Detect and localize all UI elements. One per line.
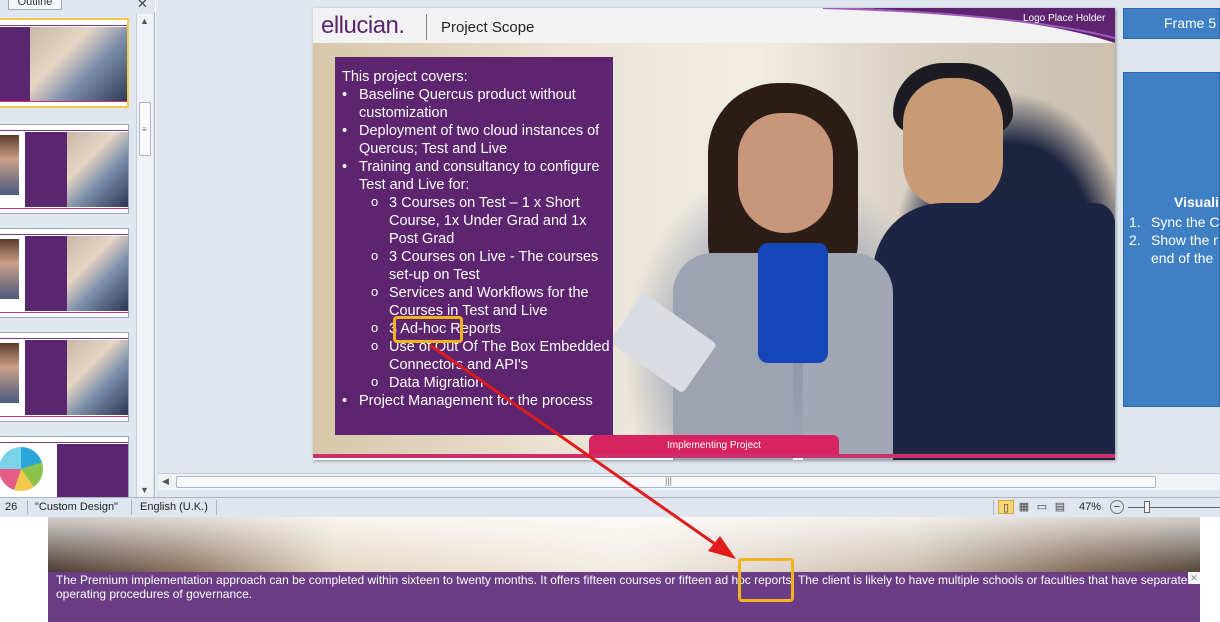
slideshow-icon[interactable]: ▤ <box>1052 500 1068 514</box>
slide-thumbnail[interactable] <box>0 332 129 422</box>
powerpoint-window: Outline ✕ ▲ ≡ ▼ ellucian. Project Scope … <box>0 0 1220 622</box>
slide-thumbnails <box>0 14 136 497</box>
thumbnail-photo <box>30 27 127 102</box>
zoom-slider-thumb[interactable] <box>1144 501 1150 513</box>
thumbnail-header <box>0 229 128 235</box>
thumbnail-photo-left <box>0 343 19 403</box>
frame-item-text: end of the <box>1151 250 1214 266</box>
language[interactable]: English (U.K.) <box>140 501 208 513</box>
frame-title: Visuali <box>1174 194 1219 210</box>
thumbnail-header <box>0 333 128 339</box>
thumbnail-text-block <box>25 236 67 311</box>
thumbnail-text-block <box>0 27 30 102</box>
frame-item-number: 2. <box>1129 232 1141 248</box>
highlight-box-adhoc <box>393 316 463 343</box>
ellucian-logo: ellucian. <box>321 12 405 39</box>
thumbnail-text-block <box>25 340 67 415</box>
scroll-up-icon[interactable]: ▲ <box>140 16 149 26</box>
thumbnail-photo-left <box>0 135 19 195</box>
grip-icon: ||| <box>665 476 673 486</box>
thumbnail-text-block <box>57 444 128 497</box>
header-divider <box>426 14 427 40</box>
video-frame-strip <box>48 517 1200 572</box>
thumbnail-footer <box>0 312 128 317</box>
zoom-level[interactable]: 47% <box>1079 501 1101 513</box>
thumbnail-header <box>0 125 128 131</box>
photo-woman-face <box>738 113 833 233</box>
thumbnail-text-block <box>25 132 67 207</box>
panel-tabbar: Outline ✕ <box>0 0 155 12</box>
status-separator <box>27 500 28 515</box>
frame-panel[interactable]: Visuali 1. Sync the C 2. Show the r end … <box>1123 72 1220 407</box>
scope-text-box[interactable]: This project covers: Baseline Quercus pr… <box>335 57 613 435</box>
slide-count: 26 <box>5 501 18 513</box>
sub-bullet-item: 3 Courses on Test – 1 x Short Course, 1x… <box>371 193 610 248</box>
sub-bullet-list: 3 Courses on Test – 1 x Short Course, 1x… <box>371 193 610 392</box>
photo-man-body <box>873 203 1115 460</box>
status-separator <box>131 500 132 515</box>
status-separator <box>216 500 217 515</box>
thumbnails-scrollbar[interactable]: ▲ ≡ ▼ <box>136 14 153 497</box>
thumbnail-header <box>0 437 128 443</box>
slide-sorter-icon[interactable]: ▦ <box>1016 500 1032 514</box>
photo-woman-blouse <box>758 243 828 363</box>
scrollbar-thumb[interactable]: ||| <box>176 476 1156 488</box>
thumbnail-footer <box>0 101 127 106</box>
slide-thumbnail[interactable] <box>0 124 129 214</box>
current-slide[interactable]: ellucian. Project Scope Logo Place Holde… <box>313 8 1115 460</box>
zoom-out-icon[interactable]: − <box>1110 500 1124 514</box>
bullet-item: Baseline Quercus product without customi… <box>342 86 610 122</box>
bullet-item: Deployment of two cloud instances of Que… <box>342 122 610 158</box>
logo-placeholder[interactable]: Logo Place Holder <box>1023 13 1105 24</box>
close-icon[interactable]: ✕ <box>137 0 148 12</box>
status-bar: 26 "Custom Design" English (U.K.) ▯ ▦ ▭ … <box>0 497 1220 517</box>
bullet-item: Training and consultancy to configure Te… <box>342 158 610 392</box>
scrollbar-thumb[interactable]: ≡ <box>139 102 151 156</box>
slide-header: ellucian. Project Scope Logo Place Holde… <box>313 8 1115 43</box>
caption-text: The Premium implementation approach can … <box>48 572 1200 622</box>
zoom-slider[interactable] <box>1128 507 1220 508</box>
horizontal-scrollbar[interactable]: ◀ ||| <box>158 473 1220 490</box>
bullet-item: Project Management for the process <box>342 392 610 410</box>
intro-text: This project covers: <box>342 69 468 85</box>
tab-outline[interactable]: Outline <box>8 0 62 10</box>
thumbnail-photo <box>67 340 128 415</box>
thumbnail-photo <box>67 132 128 207</box>
thumbnail-footer <box>0 208 128 213</box>
frame-item-text: Show the r <box>1151 232 1218 248</box>
thumbnail-footer <box>0 416 128 421</box>
slide-title[interactable]: Project Scope <box>441 19 534 36</box>
slide-thumbnail[interactable] <box>0 18 129 108</box>
theme-name[interactable]: "Custom Design" <box>35 501 118 513</box>
grip-icon: ≡ <box>142 125 147 134</box>
frame-label[interactable]: Frame 5 <box>1123 8 1220 39</box>
thumbnail-pie-chart <box>0 447 43 491</box>
photo-man-head <box>903 78 1003 208</box>
sub-bullet-item: Data Migration <box>371 373 610 392</box>
normal-view-icon[interactable]: ▯ <box>998 500 1014 514</box>
slides-panel: Outline ✕ ▲ ≡ ▼ <box>0 0 155 497</box>
thumbnail-photo <box>67 236 128 311</box>
thumbnail-header <box>0 20 127 26</box>
status-separator <box>993 500 994 515</box>
scroll-left-icon[interactable]: ◀ <box>162 476 169 487</box>
bullet-item-text: Training and consultancy to configure Te… <box>359 159 600 193</box>
slide-thumbnail[interactable] <box>0 436 129 497</box>
sub-bullet-item: Use of Out Of The Box Embedded Connector… <box>371 337 610 374</box>
scroll-down-icon[interactable]: ▼ <box>140 485 149 495</box>
thumbnail-photo-left <box>0 239 19 299</box>
photo-fade <box>48 517 1200 572</box>
sub-bullet-item: Services and Workflows for the Courses i… <box>371 283 610 320</box>
sub-bullet-item: 3 Courses on Live - The courses set-up o… <box>371 247 610 284</box>
reading-view-icon[interactable]: ▭ <box>1034 500 1050 514</box>
footer-line <box>313 454 1115 458</box>
frame-item-text: Sync the C <box>1151 214 1220 230</box>
highlight-box-adhoc-caption <box>738 558 794 602</box>
caption-close-icon[interactable]: ✕ <box>1188 572 1200 584</box>
bullet-list: Baseline Quercus product without customi… <box>342 86 610 410</box>
frame-item-number: 1. <box>1129 214 1141 230</box>
slide-thumbnail[interactable] <box>0 228 129 318</box>
